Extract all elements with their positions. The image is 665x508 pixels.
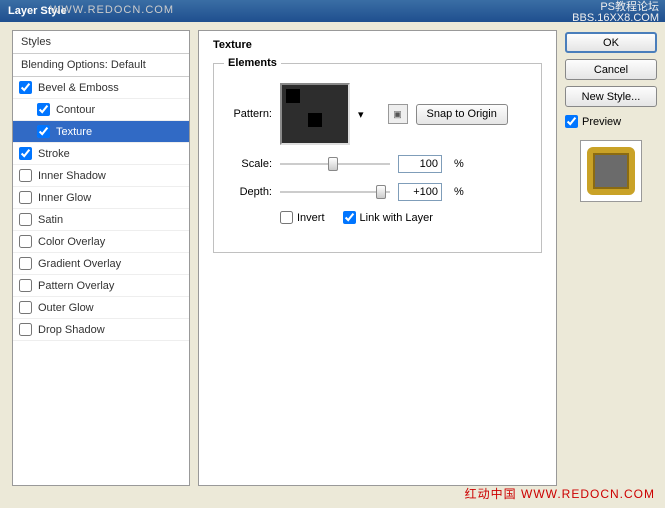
style-label: Outer Glow xyxy=(38,302,94,314)
style-checkbox[interactable] xyxy=(19,81,32,94)
styles-panel: Styles Blending Options: Default Bevel &… xyxy=(12,30,190,486)
pattern-dropdown-icon[interactable]: ▾ xyxy=(358,108,364,121)
style-label: Inner Glow xyxy=(38,192,91,204)
style-checkbox[interactable] xyxy=(37,103,50,116)
new-style-button[interactable]: New Style... xyxy=(565,86,657,107)
watermark-topright: PS教程论坛BBS.16XX8.COM xyxy=(572,2,659,24)
invert-checkbox[interactable] xyxy=(280,211,293,224)
style-label: Color Overlay xyxy=(38,236,105,248)
preview-label: Preview xyxy=(582,116,621,128)
link-with-layer-checkbox[interactable] xyxy=(343,211,356,224)
style-checkbox[interactable] xyxy=(19,235,32,248)
scale-unit: % xyxy=(454,158,464,170)
style-row-drop-shadow[interactable]: Drop Shadow xyxy=(13,319,189,341)
style-label: Drop Shadow xyxy=(38,324,105,336)
style-checkbox[interactable] xyxy=(19,323,32,336)
style-label: Stroke xyxy=(38,148,70,160)
style-row-inner-shadow[interactable]: Inner Shadow xyxy=(13,165,189,187)
preview-checkbox[interactable] xyxy=(565,115,578,128)
watermark-footer: 红动中国 WWW.REDOCN.COM xyxy=(465,485,655,502)
style-row-gradient-overlay[interactable]: Gradient Overlay xyxy=(13,253,189,275)
style-checkbox[interactable] xyxy=(19,257,32,270)
watermark-top: WWW.REDOCN.COM xyxy=(50,4,174,16)
style-label: Gradient Overlay xyxy=(38,258,121,270)
pattern-swatch[interactable] xyxy=(280,83,350,145)
style-checkbox[interactable] xyxy=(19,213,32,226)
scale-slider[interactable] xyxy=(280,155,390,173)
style-checkbox[interactable] xyxy=(19,169,32,182)
style-label: Texture xyxy=(56,126,92,138)
style-label: Satin xyxy=(38,214,63,226)
style-row-inner-glow[interactable]: Inner Glow xyxy=(13,187,189,209)
section-title: Texture xyxy=(213,39,542,51)
scale-input[interactable] xyxy=(398,155,442,173)
elements-legend: Elements xyxy=(224,57,281,69)
snap-to-origin-button[interactable]: Snap to Origin xyxy=(416,104,508,125)
link-with-layer-row[interactable]: Link with Layer xyxy=(343,211,433,224)
style-row-outer-glow[interactable]: Outer Glow xyxy=(13,297,189,319)
style-checkbox[interactable] xyxy=(19,301,32,314)
preview-checkbox-row[interactable]: Preview xyxy=(565,115,657,128)
style-checkbox[interactable] xyxy=(19,147,32,160)
style-label: Pattern Overlay xyxy=(38,280,114,292)
invert-checkbox-row[interactable]: Invert xyxy=(280,211,325,224)
style-checkbox[interactable] xyxy=(37,125,50,138)
blending-options[interactable]: Blending Options: Default xyxy=(13,54,189,77)
right-panel: OK Cancel New Style... Preview xyxy=(565,30,657,486)
style-row-stroke[interactable]: Stroke xyxy=(13,143,189,165)
elements-fieldset: Elements Pattern: ▾ ▣ Snap to Origin Sca… xyxy=(213,57,542,253)
style-row-color-overlay[interactable]: Color Overlay xyxy=(13,231,189,253)
depth-label: Depth: xyxy=(224,186,272,198)
style-preview-thumbnail xyxy=(580,140,642,202)
depth-unit: % xyxy=(454,186,464,198)
style-row-satin[interactable]: Satin xyxy=(13,209,189,231)
style-row-bevel-emboss[interactable]: Bevel & Emboss xyxy=(13,77,189,99)
cancel-button[interactable]: Cancel xyxy=(565,59,657,80)
style-row-pattern-overlay[interactable]: Pattern Overlay xyxy=(13,275,189,297)
link-with-layer-label: Link with Layer xyxy=(360,212,433,224)
style-checkbox[interactable] xyxy=(19,191,32,204)
style-label: Inner Shadow xyxy=(38,170,106,182)
depth-slider[interactable] xyxy=(280,183,390,201)
style-label: Bevel & Emboss xyxy=(38,82,119,94)
pattern-label: Pattern: xyxy=(224,108,272,120)
style-row-texture[interactable]: Texture xyxy=(13,121,189,143)
depth-input[interactable] xyxy=(398,183,442,201)
scale-label: Scale: xyxy=(224,158,272,170)
texture-panel: Texture Elements Pattern: ▾ ▣ Snap to Or… xyxy=(198,30,557,486)
ok-button[interactable]: OK xyxy=(565,32,657,53)
style-checkbox[interactable] xyxy=(19,279,32,292)
style-row-contour[interactable]: Contour xyxy=(13,99,189,121)
style-label: Contour xyxy=(56,104,95,116)
styles-header[interactable]: Styles xyxy=(13,31,189,54)
invert-label: Invert xyxy=(297,212,325,224)
create-new-preset-icon[interactable]: ▣ xyxy=(388,104,408,124)
